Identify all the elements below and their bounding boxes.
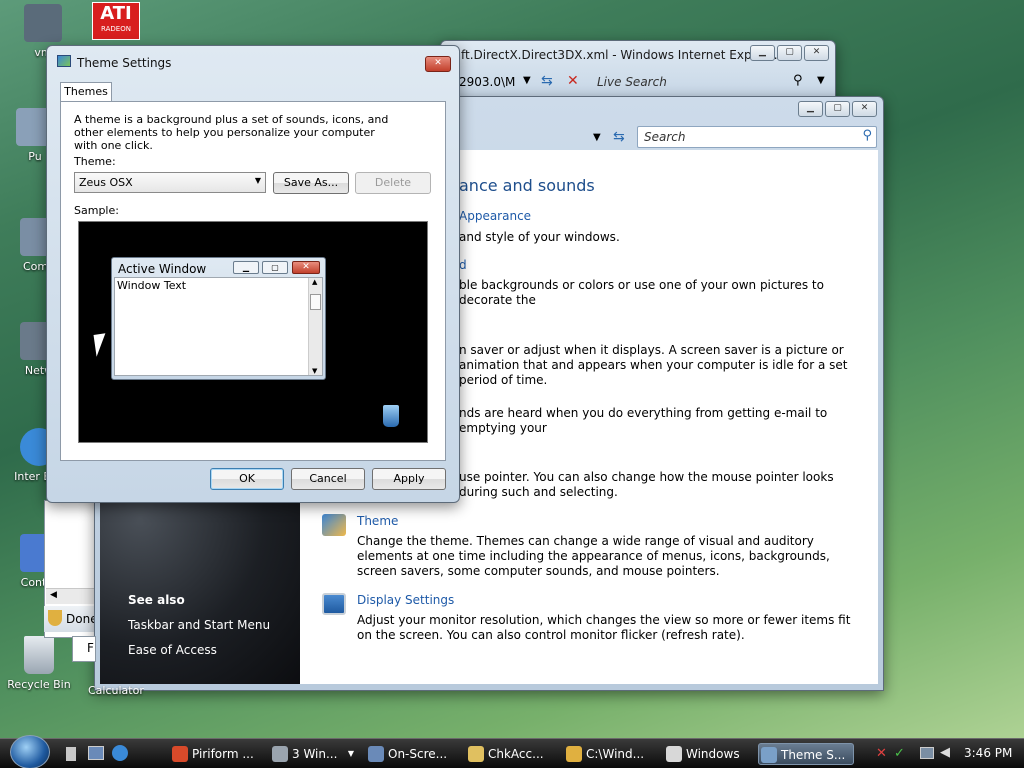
ok-button[interactable]: OK	[210, 468, 284, 490]
stop-icon[interactable]: ✕	[567, 73, 579, 89]
theme-link[interactable]: Theme	[357, 514, 398, 528]
delete-button[interactable]: Delete	[355, 172, 431, 194]
maximize-button[interactable]: ▢	[777, 45, 802, 61]
chevron-down-icon: ▼	[254, 176, 261, 185]
ease-of-access-link[interactable]: Ease of Access	[128, 643, 217, 657]
task-on-screen-keyboard[interactable]: On-Scre...	[366, 743, 460, 765]
theme-desc: Change the theme. Themes can change a wi…	[357, 534, 830, 578]
security-shield-icon	[48, 610, 62, 626]
desktop-icon-recycle-bin[interactable]: Recycle Bin	[4, 636, 74, 691]
dialog-title: Theme Settings	[77, 56, 172, 70]
cp-heading: ance and sounds	[459, 176, 595, 195]
appearance-desc: and style of your windows.	[459, 230, 620, 244]
apply-button[interactable]: Apply	[372, 468, 446, 490]
switch-windows-icon[interactable]	[88, 746, 104, 760]
recycle-bin-icon	[24, 636, 54, 674]
mouse-cursor-icon	[93, 333, 109, 357]
vm-icon	[24, 4, 62, 42]
desktop-background-desc: ble backgrounds or colors or use one of …	[459, 278, 824, 307]
task-windows-group[interactable]: 3 Win... ▼	[270, 743, 356, 765]
preview-active-window: Active Window ▁ ▢ ✕ Window Text ▲ ▼	[111, 257, 326, 380]
ie-address-fragment[interactable]: 2903.0\M	[459, 75, 515, 89]
ie-status-text: Done	[66, 612, 98, 626]
taskbar: Piriform ... 3 Win... ▼ On-Scre... ChkAcc…	[0, 735, 1024, 768]
theme-label: Theme:	[74, 155, 116, 168]
search-icon[interactable]: ⚲	[862, 128, 872, 143]
cancel-button[interactable]: Cancel	[291, 468, 365, 490]
theme-select[interactable]: Zeus OSX ▼	[74, 172, 266, 193]
chevron-down-icon: ▼	[347, 749, 354, 758]
maximize-button[interactable]: ▢	[825, 101, 850, 117]
minimize-button[interactable]: ▁	[750, 45, 775, 61]
internet-explorer-quicklaunch-icon[interactable]	[112, 745, 128, 761]
chevron-down-icon[interactable]: ▼	[817, 75, 825, 86]
task-chkacc[interactable]: ChkAcc...	[466, 743, 560, 765]
appearance-link[interactable]: Appearance	[459, 209, 531, 223]
desktop-background-link[interactable]: d	[459, 258, 467, 272]
display-settings-link[interactable]: Display Settings	[357, 593, 454, 607]
tab-themes[interactable]: Themes	[60, 82, 112, 102]
save-as-button[interactable]: Save As...	[273, 172, 349, 194]
preview-window-text: Window Text	[117, 279, 187, 292]
task-explorer-folder[interactable]: C:\Wind...	[564, 743, 658, 765]
preview-scrollbar: ▲ ▼	[308, 278, 322, 375]
refresh-icon[interactable]: ⇆	[541, 73, 553, 89]
chevron-down-icon[interactable]: ▼	[593, 132, 601, 143]
start-button[interactable]	[10, 735, 50, 768]
sample-label: Sample:	[74, 204, 119, 217]
display-settings-desc: Adjust your monitor resolution, which ch…	[357, 613, 851, 642]
sounds-desc: nds are heard when you do everything fro…	[459, 406, 828, 435]
task-windows[interactable]: Windows	[664, 743, 754, 765]
task-piriform[interactable]: Piriform ...	[170, 743, 262, 765]
show-desktop-icon[interactable]	[66, 747, 76, 761]
dropdown-arrow-icon[interactable]: ▼	[523, 75, 531, 86]
clock[interactable]: 3:46 PM	[964, 746, 1012, 760]
theme-item[interactable]: Theme Change the theme. Themes can chang…	[322, 514, 872, 582]
theme-icon	[322, 514, 346, 536]
minimize-button[interactable]: ▁	[798, 101, 823, 117]
ie-window-title: ft.DirectX.Direct3DX.xml - Windows Inter…	[461, 48, 778, 62]
see-also-heading: See also	[128, 593, 185, 607]
dialog-title-icon	[57, 55, 71, 67]
calculator-window-remnant[interactable]: F	[72, 636, 96, 662]
preview-recycle-bin-icon	[383, 405, 399, 427]
ie-search-input[interactable]: Live Search	[597, 75, 667, 89]
cp-left-nav: See also Taskbar and Start Menu Ease of …	[100, 500, 300, 684]
close-button[interactable]: ✕	[852, 101, 877, 117]
mouse-pointers-desc: use pointer. You can also change how the…	[459, 470, 834, 499]
preview-window-title: Active Window	[118, 262, 207, 276]
tray-network-icon[interactable]	[920, 747, 934, 759]
ie-caption-buttons: ▁ ▢ ✕	[750, 45, 829, 61]
theme-preview: Active Window ▁ ▢ ✕ Window Text ▲ ▼	[78, 221, 428, 443]
close-button[interactable]: ✕	[425, 56, 451, 72]
ati-logo[interactable]: ATI RADEON	[92, 2, 140, 40]
cp-caption-buttons: ▁ ▢ ✕	[798, 101, 877, 117]
search-icon[interactable]: ⚲	[793, 73, 803, 88]
screen-saver-desc: n saver or adjust when it displays. A sc…	[459, 343, 848, 387]
display-settings-item[interactable]: Display Settings Adjust your monitor res…	[322, 593, 872, 645]
preview-window-body: Window Text ▲ ▼	[114, 277, 323, 376]
preview-maximize-icon: ▢	[262, 261, 288, 274]
preview-close-icon: ✕	[292, 261, 320, 274]
tray-security-icon[interactable]: ✕	[876, 746, 887, 761]
theme-intro-text: A theme is a background plus a set of so…	[74, 113, 389, 152]
tray-checkmark-icon[interactable]: ✓	[894, 746, 905, 761]
ie-window[interactable]: ft.DirectX.Direct3DX.xml - Windows Inter…	[440, 40, 836, 100]
tray-volume-icon[interactable]: ◀	[940, 745, 950, 760]
refresh-icon[interactable]: ⇆	[613, 129, 625, 145]
taskbar-and-start-menu-link[interactable]: Taskbar and Start Menu	[128, 618, 270, 632]
cp-search-input[interactable]: Search ⚲	[637, 126, 877, 148]
theme-settings-dialog[interactable]: Theme Settings ✕ Themes A theme is a bac…	[46, 45, 460, 503]
desktop-icon-calculator-label: Calculator	[88, 684, 144, 697]
tab-page: A theme is a background plus a set of so…	[60, 101, 446, 461]
scroll-left-icon[interactable]: ◀	[50, 590, 57, 600]
close-button[interactable]: ✕	[804, 45, 829, 61]
task-theme-settings[interactable]: Theme S...	[758, 743, 854, 765]
monitor-icon	[322, 593, 346, 615]
preview-minimize-icon: ▁	[233, 261, 259, 274]
